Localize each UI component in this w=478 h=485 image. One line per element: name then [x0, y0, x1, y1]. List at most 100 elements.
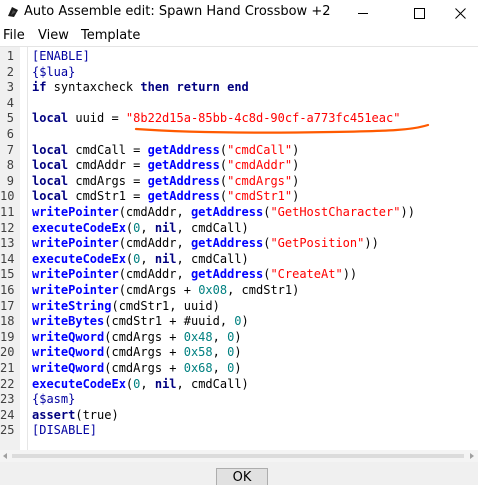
code-token: "cmdCall"	[227, 142, 293, 157]
code-token: )	[234, 329, 242, 344]
code-line[interactable]: 24 assert(true)	[0, 408, 470, 424]
code-token: )	[241, 314, 249, 329]
code-text: {$asm}	[32, 392, 75, 408]
code-token: , cmdStr1)	[227, 283, 300, 297]
code-line[interactable]: 13 writePointer(cmdAddr, getAddress("GetP…	[0, 236, 470, 252]
code-line[interactable]: 8 local cmdAddr = getAddress("cmdAddr")	[0, 158, 470, 174]
code-token: 0	[234, 314, 242, 329]
code-text: writePointer(cmdAddr, getAddress("GetPos…	[32, 236, 379, 252]
code-line[interactable]: 9 local cmdArgs = getAddress("cmdArgs")	[0, 174, 470, 190]
code-text: writeQword(cmdArgs + 0x48, 0)	[32, 330, 242, 346]
code-line[interactable]: 16 writePointer(cmdArgs + 0x08, cmdStr1)	[0, 283, 470, 299]
code-line[interactable]: 23 {$asm}	[0, 392, 470, 408]
menu-file[interactable]: File	[3, 28, 25, 43]
line-number: 4	[6, 95, 14, 110]
code-line[interactable]: 12 executeCodeEx(0, nil, cmdCall)	[0, 221, 470, 237]
code-line[interactable]: 1 [ENABLE]	[0, 49, 470, 65]
code-line[interactable]: 7 local cmdCall = getAddress("cmdCall")	[0, 143, 470, 159]
title-bar[interactable]: Auto Assemble edit: Spawn Hand Crossbow …	[0, 0, 478, 26]
code-line[interactable]: 17 writeString(cmdStr1, uuid)	[0, 299, 470, 315]
code-line[interactable]: 11 writePointer(cmdAddr, getAddress("GetH…	[0, 205, 470, 221]
code-line[interactable]: 15 writePointer(cmdAddr, getAddress("Crea…	[0, 267, 470, 283]
code-token: ,	[212, 329, 228, 344]
line-number: 15	[0, 267, 15, 282]
menu-template[interactable]: Template	[81, 28, 140, 43]
line-number: 25	[0, 423, 15, 438]
code-token: )	[292, 189, 300, 204]
code-token: )	[234, 345, 242, 360]
code-token: writeQword	[32, 361, 105, 375]
code-text: [ENABLE]	[32, 49, 90, 65]
horizontal-scrollbar[interactable]	[0, 450, 478, 462]
code-token: cmdArgs =	[68, 173, 148, 188]
code-token: return	[176, 80, 220, 95]
code-token: (cmdStr1 + #uuid,	[104, 314, 235, 329]
code-line[interactable]: 20 writeQword(cmdArgs + 0x58, 0)	[0, 345, 470, 361]
maximize-button[interactable]	[396, 0, 442, 26]
code-line[interactable]: 18 writeBytes(cmdStr1 + #uuid, 0)	[0, 314, 470, 330]
code-token: (cmdAddr,	[118, 236, 191, 251]
code-token: uuid =	[68, 111, 126, 126]
code-token: "CreateAt"	[270, 267, 343, 282]
code-token: "GetPosition"	[270, 236, 365, 251]
code-line[interactable]: 25 [DISABLE]	[0, 423, 470, 439]
code-text: executeCodeEx(0, nil, cmdCall)	[32, 377, 249, 393]
line-number: 13	[0, 236, 15, 251]
code-text: local cmdAddr = getAddress("cmdAddr")	[32, 158, 299, 174]
ok-button[interactable]: OK	[216, 468, 268, 485]
code-token: executeCodeEx	[32, 220, 126, 235]
code-line[interactable]: 3 if syntaxcheck then return end	[0, 80, 470, 96]
code-token: (cmdArgs +	[104, 345, 184, 360]
code-token: executeCodeEx	[32, 376, 126, 391]
code-token: writeQword	[32, 329, 105, 344]
code-token: nil	[154, 220, 177, 235]
code-token: getAddress	[190, 236, 264, 251]
code-token: getAddress	[190, 267, 264, 282]
code-token: getAddress	[147, 158, 220, 173]
code-token: assert	[32, 407, 76, 422]
close-button[interactable]	[442, 0, 478, 26]
code-token: 0x58	[183, 345, 213, 360]
code-token: local	[32, 158, 69, 173]
code-text: writePointer(cmdArgs + 0x08, cmdStr1)	[32, 283, 299, 299]
code-line[interactable]: 19 writeQword(cmdArgs + 0x48, 0)	[0, 330, 470, 346]
code-token: writeBytes	[32, 314, 105, 329]
code-editor[interactable]: 1 [ENABLE] 2 {$lua} 3 if syntaxcheck then ret…	[0, 46, 478, 451]
code-token: ))	[342, 267, 358, 282]
code-line[interactable]: 14 executeCodeEx(0, nil, cmdCall)	[0, 252, 470, 268]
code-token: [DISABLE]	[32, 423, 98, 438]
scroll-track[interactable]	[12, 454, 464, 458]
scroll-right-icon[interactable]	[470, 453, 474, 459]
line-number: 16	[0, 283, 15, 297]
code-line[interactable]: 2 {$lua}	[0, 65, 470, 81]
red-underline-annotation	[134, 123, 430, 134]
code-token: ,	[140, 251, 155, 266]
code-token: )	[292, 158, 300, 173]
scroll-left-icon[interactable]	[3, 453, 7, 459]
code-token: ,	[212, 345, 228, 360]
line-number: 22	[0, 376, 15, 391]
code-token: , cmdCall)	[176, 376, 249, 391]
code-text: writeQword(cmdArgs + 0x68, 0)	[32, 361, 242, 377]
window-title: Auto Assemble edit: Spawn Hand Crossbow …	[24, 4, 331, 19]
line-number: 12	[0, 220, 15, 235]
code-token: [ENABLE]	[32, 49, 90, 63]
code-text: executeCodeEx(0, nil, cmdCall)	[32, 252, 249, 268]
code-token: getAddress	[147, 189, 220, 204]
code-line[interactable]: 4	[0, 96, 470, 112]
code-token: {$lua}	[32, 64, 76, 79]
line-number: 7	[6, 142, 14, 157]
code-token: ,	[140, 376, 155, 391]
menu-view[interactable]: View	[38, 28, 69, 43]
code-token: (cmdArgs +	[104, 361, 184, 375]
code-line[interactable]: 22 executeCodeEx(0, nil, cmdCall)	[0, 377, 470, 393]
code-token: executeCodeEx	[32, 251, 126, 266]
line-number: 3	[6, 80, 14, 95]
code-token: writeQword	[32, 345, 105, 360]
code-line[interactable]: 21 writeQword(cmdArgs + 0x68, 0)	[0, 361, 470, 377]
code-token: (	[219, 189, 228, 204]
line-number: 1	[6, 49, 14, 63]
code-line[interactable]: 10 local cmdStr1 = getAddress("cmdStr1")	[0, 189, 470, 205]
minimize-button[interactable]	[340, 0, 386, 26]
